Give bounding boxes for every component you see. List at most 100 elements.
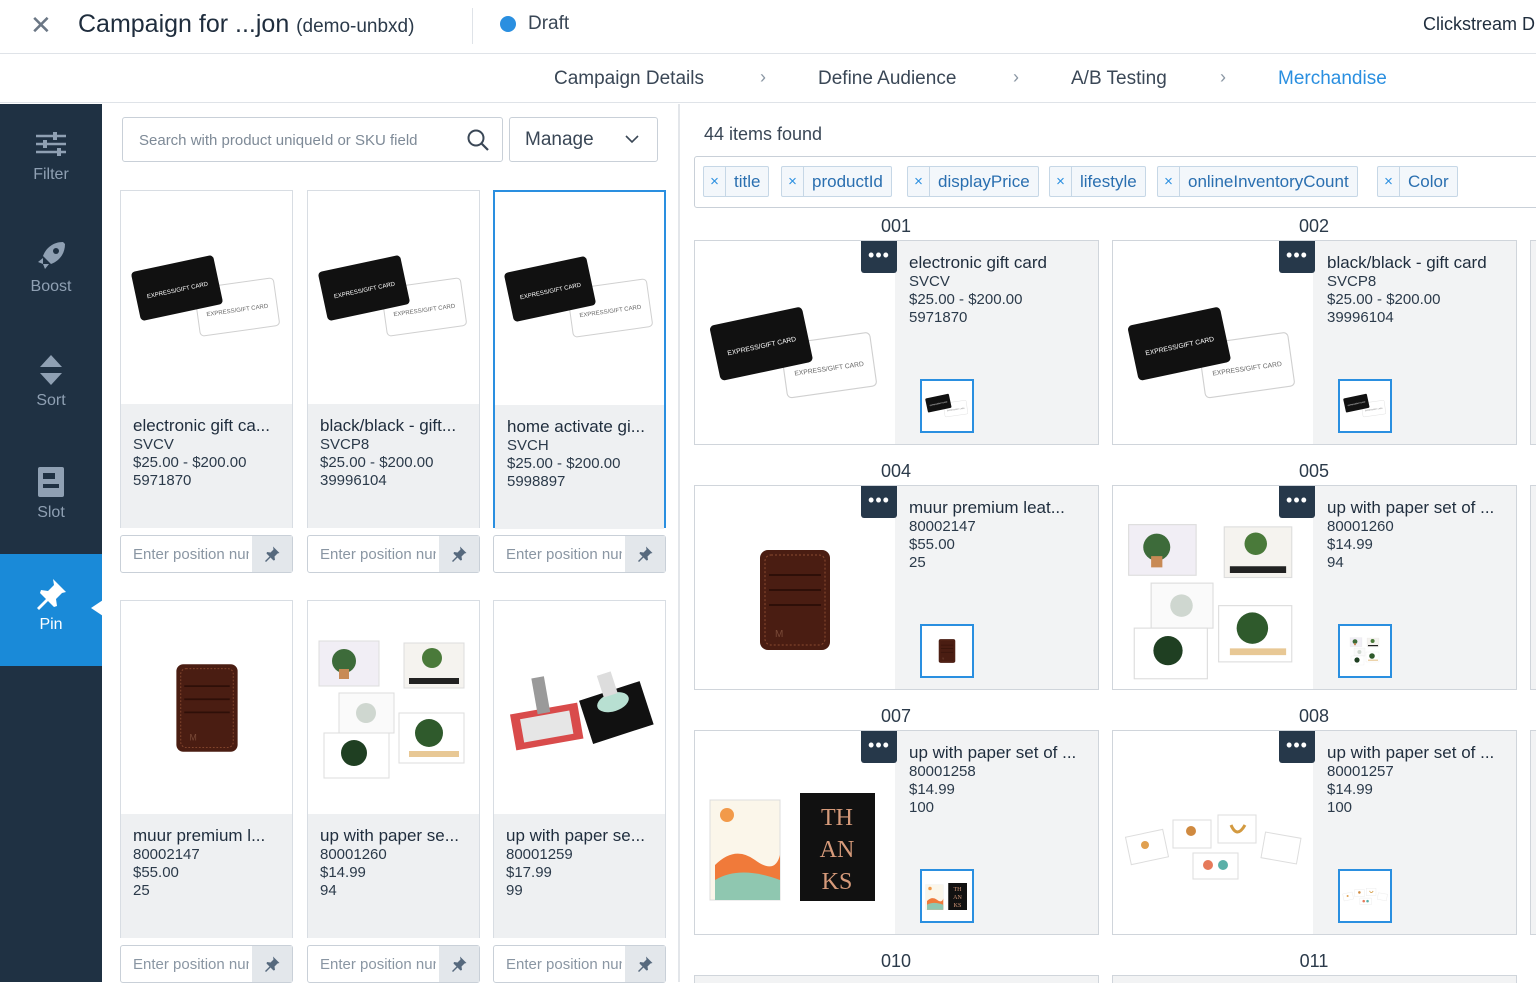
result-card-partial[interactable] (1530, 240, 1536, 445)
chip-label: Color (1408, 171, 1449, 191)
result-line: $14.99 (1327, 536, 1373, 553)
step-merchandise[interactable]: Merchandise (1278, 68, 1387, 90)
clickstream-label[interactable]: Clickstream D (1423, 14, 1535, 35)
nav-pin[interactable]: Pin (0, 554, 103, 666)
nav-filter[interactable]: Filter (0, 104, 102, 216)
product-card[interactable]: M muur premium l... 80002147 $55.00 25 (120, 600, 293, 938)
product-card[interactable]: EXPRESS/GIFT CARD EXPRESS/GIFT CARD blac… (307, 190, 480, 528)
more-options-icon[interactable]: ••• (1279, 731, 1315, 763)
rocket-icon (38, 242, 65, 269)
result-card[interactable]: ••• up with paper set of ... 80001260 $1… (1112, 485, 1517, 690)
variant-thumbnail[interactable]: EXPRESS/GIFT CARD EXPRESS/GIFT CARD (1338, 379, 1392, 433)
field-chip-bar[interactable]: × title × productId × displayPrice × lifesty… (694, 156, 1536, 208)
results-panel: 44 items found × title × productId × displa… (680, 104, 1536, 983)
chip-label: onlineInventoryCount (1188, 171, 1349, 191)
result-card[interactable]: EXPRESS/GIFT CARD EXPRESS/GIFT CARD ••• … (1112, 240, 1517, 445)
step-campaign-details[interactable]: Campaign Details (554, 68, 704, 90)
pin-button[interactable] (439, 536, 479, 572)
more-options-icon[interactable]: ••• (861, 486, 897, 518)
slot-position-label: 011 (1299, 951, 1329, 971)
result-line: 25 (909, 554, 926, 571)
product-card[interactable]: EXPRESS/GIFT CARD EXPRESS/GIFT CARD elec… (120, 190, 293, 528)
svg-text:KS: KS (954, 903, 962, 909)
manage-dropdown[interactable]: Manage (509, 117, 658, 162)
result-card-partial[interactable] (1530, 485, 1536, 690)
product-id: 25 (133, 882, 150, 899)
slot-position-label: 010 (880, 951, 912, 971)
field-chip: × displayPrice (907, 166, 1039, 197)
result-info: up with paper set of ... 80001260 $14.99… (1327, 498, 1494, 572)
position-input[interactable]: Enter position number (120, 945, 293, 983)
result-line: 94 (1327, 554, 1344, 571)
pin-button[interactable] (252, 946, 292, 982)
step-define-audience[interactable]: Define Audience (818, 68, 956, 90)
remove-chip-icon[interactable]: × (1378, 167, 1400, 196)
result-card-partial[interactable] (1530, 730, 1536, 935)
result-card[interactable]: ••• up with paper set of ... 80001257 $1… (1112, 730, 1517, 935)
position-input[interactable]: Enter position number (307, 945, 480, 983)
close-icon[interactable]: ✕ (30, 12, 52, 38)
nav-boost[interactable]: Boost (0, 216, 102, 328)
pin-button[interactable] (252, 536, 292, 572)
result-name: up with paper set of ... (1327, 498, 1495, 517)
remove-chip-icon[interactable]: × (1158, 167, 1180, 196)
remove-chip-icon[interactable]: × (908, 167, 930, 196)
top-bar: ✕ Campaign for ...jon (demo-unbxd) Draft… (0, 0, 1536, 54)
result-line: 100 (1327, 799, 1353, 816)
position-input[interactable]: Enter position number (493, 535, 666, 573)
position-input[interactable]: Enter position number (307, 535, 480, 573)
product-search-input[interactable]: Search with product uniqueId or SKU fiel… (122, 117, 503, 162)
result-card[interactable]: EXPRESS/GIFT CARD EXPRESS/GIFT CARD ••• … (694, 240, 1099, 445)
result-card[interactable]: TH AN KS ••• up with paper set of ... 80… (694, 730, 1099, 935)
variant-thumbnail[interactable]: TH AN KS (920, 869, 974, 923)
result-name: muur premium leat... (909, 498, 1065, 517)
product-image: EXPRESS/GIFT CARD EXPRESS/GIFT CARD (121, 191, 292, 404)
variant-thumbnail[interactable]: M (920, 624, 974, 678)
pin-icon (37, 579, 66, 610)
nav-sort[interactable]: Sort (0, 330, 102, 442)
more-options-icon[interactable]: ••• (1279, 486, 1315, 518)
step-ab-testing[interactable]: A/B Testing (1071, 68, 1167, 90)
remove-chip-icon[interactable]: × (704, 167, 726, 196)
slot-position-label: 008 (1298, 706, 1330, 726)
product-price: $14.99 (320, 864, 366, 881)
nav-slot[interactable]: Slot (0, 442, 102, 554)
result-line: 80001260 (1327, 518, 1394, 535)
position-placeholder: Enter position number (320, 546, 436, 563)
gift-card-image: EXPRESS/GIFT CARD EXPRESS/GIFT CARD (1343, 393, 1386, 418)
pin-button[interactable] (439, 946, 479, 982)
slot-position-label: 007 (880, 706, 912, 726)
position-placeholder: Enter position number (506, 956, 622, 973)
result-card[interactable]: M ••• muur premium leat... 80002147 $55.… (694, 485, 1099, 690)
more-options-icon[interactable]: ••• (1279, 241, 1315, 273)
product-price: $25.00 - $200.00 (133, 454, 247, 471)
product-card[interactable]: up with paper se... 80001259 $17.99 99 (493, 600, 666, 938)
product-card[interactable]: up with paper se... 80001260 $14.99 94 (307, 600, 480, 938)
product-card[interactable]: EXPRESS/GIFT CARD EXPRESS/GIFT CARD home… (493, 190, 666, 529)
svg-text:TH: TH (954, 887, 963, 893)
position-input[interactable]: Enter position number (493, 945, 666, 983)
variant-thumbnail[interactable] (1338, 869, 1392, 923)
nav-label: Boost (30, 278, 72, 295)
result-line: $25.00 - $200.00 (909, 291, 1023, 308)
pin-icon (265, 956, 280, 972)
position-input[interactable]: Enter position number (120, 535, 293, 573)
wallet-image: M (175, 663, 238, 752)
campaign-title: Campaign for ...jon (demo-unbxd) (78, 10, 414, 39)
chip-label: lifestyle (1080, 171, 1137, 191)
pin-button[interactable] (625, 946, 665, 982)
more-options-icon[interactable]: ••• (861, 241, 897, 273)
remove-chip-icon[interactable]: × (1050, 167, 1072, 196)
product-sku: 80002147 (133, 846, 200, 863)
small-cards-image (1124, 814, 1302, 879)
pin-button[interactable] (625, 536, 665, 572)
variant-thumbnail[interactable]: EXPRESS/GIFT CARD EXPRESS/GIFT CARD (920, 379, 974, 433)
nav-label: Slot (37, 504, 65, 521)
more-options-icon[interactable]: ••• (861, 731, 897, 763)
variant-thumbnail[interactable] (1338, 624, 1392, 678)
search-icon[interactable] (466, 128, 490, 152)
plant-cards-image (1349, 637, 1380, 666)
remove-chip-icon[interactable]: × (782, 167, 804, 196)
product-name: home activate gi... (507, 417, 645, 436)
product-sku: 80001260 (320, 846, 387, 863)
